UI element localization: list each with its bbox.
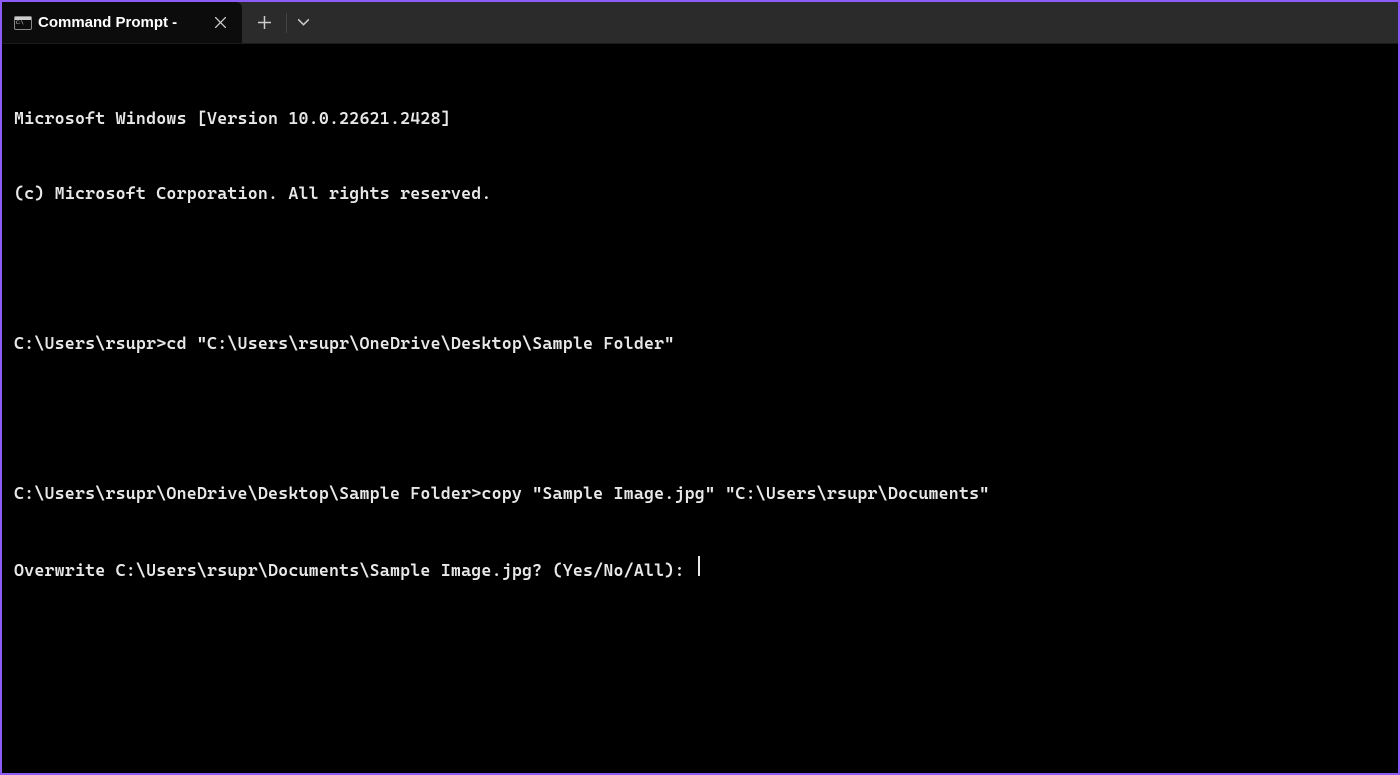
prompt-text: Overwrite C:\Users\rsupr\Documents\Sampl…: [14, 558, 695, 583]
output-line: C:\Users\rsupr>cd "C:\Users\rsupr\OneDri…: [14, 331, 1386, 356]
active-tab[interactable]: Command Prompt -: [2, 2, 242, 43]
output-line: (c) Microsoft Corporation. All rights re…: [14, 181, 1386, 206]
tab-dropdown-button[interactable]: [287, 2, 319, 44]
output-line: Microsoft Windows [Version 10.0.22621.24…: [14, 106, 1386, 131]
titlebar-buttons: [242, 2, 319, 43]
current-prompt-line: Overwrite C:\Users\rsupr\Documents\Sampl…: [14, 556, 1386, 583]
terminal-output[interactable]: Microsoft Windows [Version 10.0.22621.24…: [2, 44, 1398, 620]
titlebar: Command Prompt -: [2, 2, 1398, 44]
close-icon: [215, 17, 226, 28]
cmd-icon: [14, 16, 32, 30]
output-line: C:\Users\rsupr\OneDrive\Desktop\Sample F…: [14, 481, 1386, 506]
close-tab-button[interactable]: [208, 11, 232, 35]
output-line: [14, 256, 1386, 281]
cursor: [698, 556, 700, 576]
tab-title: Command Prompt -: [38, 14, 202, 31]
new-tab-button[interactable]: [242, 2, 286, 44]
chevron-down-icon: [298, 19, 309, 26]
output-line: [14, 406, 1386, 431]
plus-icon: [258, 16, 271, 29]
